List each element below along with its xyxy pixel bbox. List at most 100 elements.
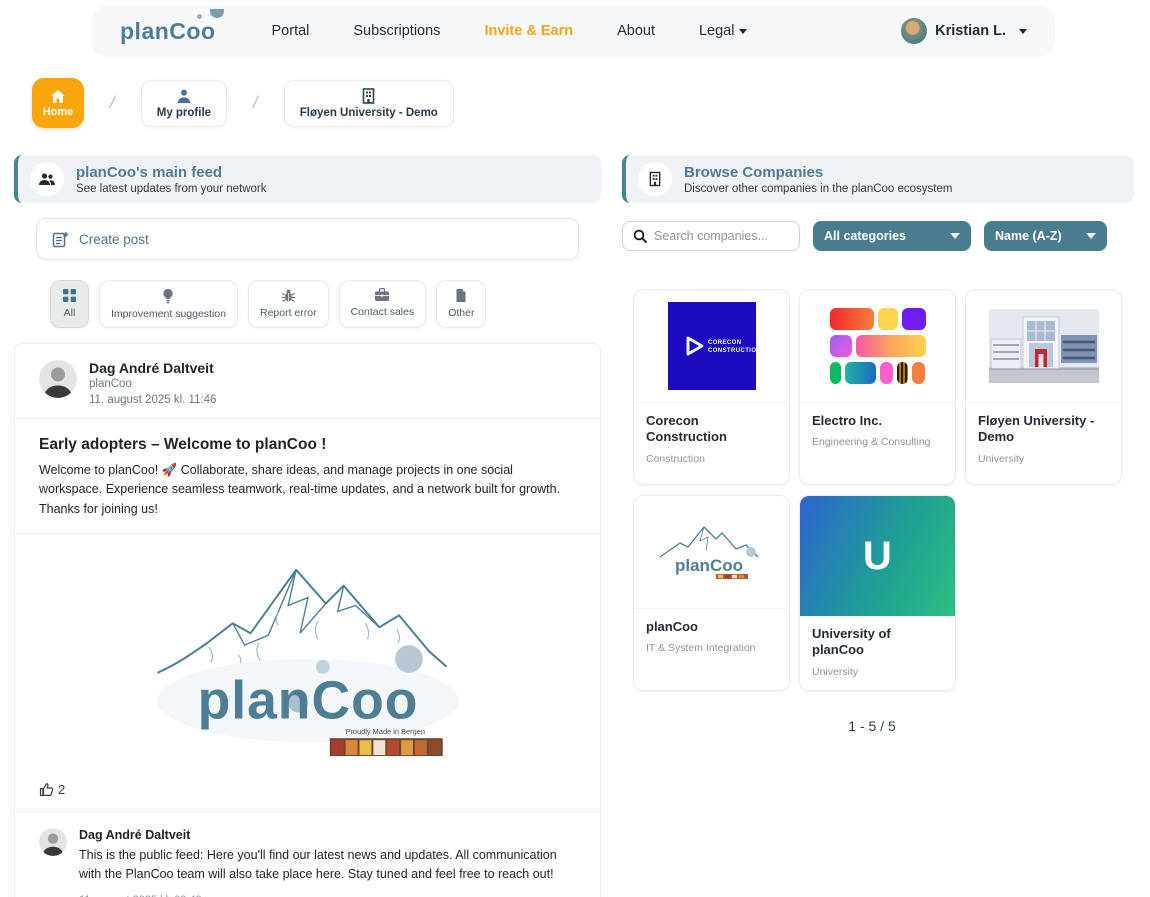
logo-crescent-icon (210, 9, 224, 18)
filter-label: All (64, 307, 76, 319)
comment-timestamp: 11. august 2025 kl. 09:49 (79, 894, 576, 897)
search-icon (633, 229, 647, 243)
nav-item-about[interactable]: About (617, 23, 655, 39)
user-menu[interactable]: Kristian L. (901, 18, 1027, 44)
company-card-floyen[interactable]: Fløyen University - Demo University (965, 289, 1122, 485)
companies-column: Browse Companies Discover other companie… (622, 155, 1134, 897)
post-author-company: planCoo (89, 378, 216, 390)
nav-item-portal[interactable]: Portal (272, 23, 310, 39)
company-category: Construction (646, 453, 777, 465)
sort-select-value: Name (A-Z) (995, 229, 1062, 243)
company-category: Engineering & Consulting (812, 436, 943, 448)
logo-tagline: Proudly Made in Bergen (345, 727, 424, 736)
company-name: planCoo (646, 619, 777, 635)
filter-label: Other (448, 307, 474, 319)
briefcase-icon (374, 288, 390, 302)
nav-item-subscriptions[interactable]: Subscriptions (353, 23, 440, 39)
building-icon (638, 162, 672, 196)
feed-filter-bar: All Improvement suggestion Report error … (50, 280, 601, 328)
svg-text:CORECON: CORECON (708, 340, 741, 346)
filter-other[interactable]: Other (436, 280, 486, 328)
company-name: Corecon Construction (646, 413, 777, 446)
category-select[interactable]: All categories (813, 221, 971, 251)
company-card-corecon[interactable]: CORECON CONSTRUCTION Corecon Construction… (633, 289, 790, 485)
post-title: Early adopters – Welcome to planCoo ! (15, 419, 600, 461)
create-post-icon (52, 231, 69, 248)
floyen-building-photo (966, 290, 1121, 403)
bug-icon (281, 288, 296, 303)
feed-post: Dag André Daltveit planCoo 11. august 20… (14, 343, 601, 897)
file-icon (455, 288, 467, 303)
breadcrumb-my-profile[interactable]: My profile (141, 80, 227, 127)
company-card-university-of-plancoo[interactable]: U University of planCoo University (799, 495, 956, 691)
search-input[interactable] (654, 229, 784, 243)
breadcrumb-separator: / (251, 93, 260, 113)
comment-author-name: Dag André Daltveit (79, 828, 576, 842)
chevron-down-icon (950, 233, 960, 239)
filter-all[interactable]: All (50, 280, 89, 328)
svg-text:planCoo: planCoo (675, 556, 743, 575)
company-category: University (812, 666, 943, 678)
plancoo-mountain-logo: planCoo Proudly Made in Bergen (148, 552, 468, 760)
post-author-avatar (39, 360, 77, 398)
top-navbar: planCoo Portal Subscriptions Invite & Ea… (92, 5, 1055, 57)
like-button[interactable]: 2 (39, 782, 65, 797)
company-name: Fløyen University - Demo (978, 413, 1109, 446)
breadcrumb-home[interactable]: Home (32, 78, 84, 128)
companies-subtitle: Discover other companies in the planCoo … (684, 183, 952, 195)
company-name: Electro Inc. (812, 413, 943, 429)
company-card-grid: CORECON CONSTRUCTION Corecon Construction… (633, 289, 1134, 691)
create-post-button[interactable]: Create post (36, 218, 579, 260)
post-comment: Dag André Daltveit This is the public fe… (15, 812, 600, 897)
university-logo-letter: U (863, 534, 892, 579)
thumbs-up-icon (39, 782, 54, 797)
filter-label: Improvement suggestion (111, 308, 226, 320)
people-icon (30, 162, 64, 196)
comment-author-avatar (39, 828, 67, 856)
grid-icon (62, 288, 77, 303)
companies-controls: All categories Name (A-Z) (622, 221, 1134, 251)
breadcrumb-separator: / (108, 93, 117, 113)
filter-label: Report error (260, 307, 317, 319)
logo-wordmark: planCoo (197, 672, 418, 731)
svg-text:CONSTRUCTION: CONSTRUCTION (708, 348, 756, 354)
plancoo-mini-logo: planCoo (634, 496, 789, 609)
sort-select[interactable]: Name (A-Z) (984, 221, 1107, 251)
lightbulb-icon (162, 288, 174, 304)
home-icon (50, 89, 66, 104)
bergen-houses-icon (329, 738, 442, 756)
breadcrumb-company[interactable]: Fløyen University - Demo (284, 80, 454, 127)
category-select-value: All categories (824, 229, 906, 243)
feed-subtitle: See latest updates from your network (76, 183, 267, 195)
post-image: planCoo Proudly Made in Bergen (15, 534, 600, 772)
feed-header: planCoo's main feed See latest updates f… (14, 155, 601, 203)
nav-item-legal[interactable]: Legal (699, 23, 747, 39)
user-name: Kristian L. (935, 23, 1006, 39)
person-icon (176, 88, 192, 104)
companies-title: Browse Companies (684, 164, 952, 181)
logo-text: planCoo (120, 18, 216, 44)
breadcrumb-company-label: Fløyen University - Demo (300, 107, 438, 119)
plancoo-logo[interactable]: planCoo (120, 18, 216, 45)
filter-label: Contact sales (351, 306, 415, 318)
nav-item-invite-earn[interactable]: Invite & Earn (484, 23, 573, 39)
university-logo: U (800, 496, 955, 616)
user-avatar (901, 18, 927, 44)
company-card-electro[interactable]: Electro Inc. Engineering & Consulting (799, 289, 956, 485)
corecon-logo: CORECON CONSTRUCTION (634, 290, 789, 403)
filter-report-error[interactable]: Report error (248, 280, 329, 328)
post-actions: 2 (15, 772, 600, 812)
comment-text: This is the public feed: Here you'll fin… (79, 846, 571, 884)
post-body: Welcome to planCoo! 🚀 Collaborate, share… (15, 461, 600, 534)
chevron-down-icon (739, 29, 747, 34)
post-author-name: Dag André Daltveit (89, 360, 216, 376)
filter-improvement-suggestion[interactable]: Improvement suggestion (99, 280, 238, 328)
company-search (622, 221, 800, 251)
breadcrumb: Home / My profile / Fløyen University - … (32, 78, 1150, 128)
companies-header: Browse Companies Discover other companie… (622, 155, 1134, 203)
company-card-plancoo[interactable]: planCoo planCoo IT & System Integration (633, 495, 790, 691)
like-count: 2 (58, 782, 65, 797)
feed-column: planCoo's main feed See latest updates f… (14, 155, 601, 897)
filter-contact-sales[interactable]: Contact sales (339, 280, 427, 328)
company-category: University (978, 453, 1109, 465)
